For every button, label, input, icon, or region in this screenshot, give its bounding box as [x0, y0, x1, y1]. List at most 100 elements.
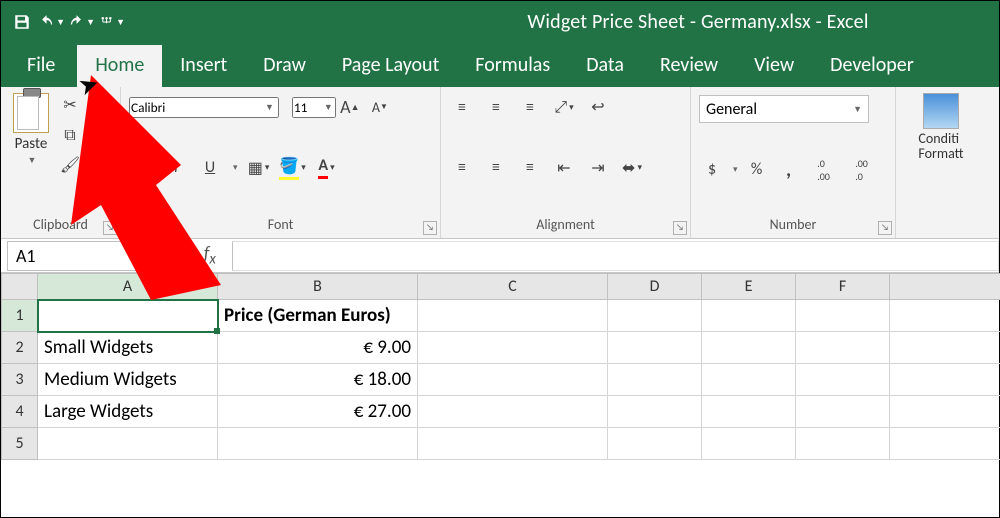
cell-extra-3[interactable] — [890, 364, 1000, 396]
cell-extra-5[interactable] — [890, 428, 1000, 460]
cell-A3[interactable]: Medium Widgets — [38, 364, 218, 396]
italic-button[interactable]: I — [163, 156, 189, 180]
col-header-B[interactable]: B — [218, 274, 418, 300]
cell-B1[interactable]: Price (German Euros) — [218, 300, 418, 332]
tab-home[interactable]: Home — [77, 45, 162, 87]
font-color-icon[interactable]: A▾ — [314, 156, 340, 180]
orientation-icon[interactable]: ⤢▾ — [551, 95, 577, 119]
increase-font-icon[interactable]: A▲ — [337, 95, 363, 119]
percent-format-icon[interactable]: % — [744, 158, 770, 182]
cut-icon[interactable]: ✂ — [57, 93, 83, 117]
cell-D3[interactable] — [608, 364, 702, 396]
paste-button[interactable]: Paste ▼ — [9, 91, 53, 168]
cell-A5[interactable] — [38, 428, 218, 460]
number-launcher[interactable]: ↘ — [878, 221, 892, 235]
cell-D1[interactable] — [608, 300, 702, 332]
tab-draw[interactable]: Draw — [245, 45, 324, 87]
tab-insert[interactable]: Insert — [162, 45, 245, 87]
borders-icon[interactable]: ▦▾ — [246, 156, 272, 180]
row-header-2[interactable]: 2 — [2, 332, 38, 364]
cell-C5[interactable] — [418, 428, 608, 460]
qat-more-icon[interactable]: ▼ — [99, 9, 125, 35]
increase-decimal-icon[interactable]: .0.00 — [808, 158, 840, 182]
wrap-text-icon[interactable]: ↩ — [585, 95, 611, 119]
tab-data[interactable]: Data — [568, 45, 642, 87]
cell-E2[interactable] — [702, 332, 796, 364]
fx-icon[interactable]: fx — [198, 242, 222, 269]
cell-F5[interactable] — [796, 428, 890, 460]
align-center-icon[interactable]: ≡ — [483, 156, 509, 180]
cell-extra-4[interactable] — [890, 396, 1000, 428]
cell-D4[interactable] — [608, 396, 702, 428]
redo-icon[interactable]: ▼ — [69, 9, 95, 35]
fill-color-icon[interactable]: 🪣▾ — [280, 156, 306, 180]
copy-icon[interactable]: ⧉ — [57, 123, 83, 147]
tab-file[interactable]: File — [9, 45, 77, 87]
merge-center-icon[interactable]: ⬌▾ — [619, 156, 645, 180]
cancel-formula-icon[interactable]: ✕ — [159, 246, 172, 266]
cell-A4[interactable]: Large Widgets — [38, 396, 218, 428]
col-header-C[interactable]: C — [418, 274, 608, 300]
cell-F2[interactable] — [796, 332, 890, 364]
font-launcher[interactable]: ↘ — [423, 221, 437, 235]
cell-F3[interactable] — [796, 364, 890, 396]
col-header-A[interactable]: A — [38, 274, 218, 300]
select-all-corner[interactable] — [2, 274, 38, 300]
clipboard-launcher[interactable]: ↘ — [103, 221, 117, 235]
row-header-3[interactable]: 3 — [2, 364, 38, 396]
save-icon[interactable] — [9, 9, 35, 35]
conditional-formatting-button[interactable]: ConditiFormatt — [904, 91, 978, 164]
col-header-D[interactable]: D — [608, 274, 702, 300]
col-header-extra[interactable] — [890, 274, 1000, 300]
alignment-launcher[interactable]: ↘ — [673, 221, 687, 235]
cell-E1[interactable] — [702, 300, 796, 332]
cell-C4[interactable] — [418, 396, 608, 428]
align-middle-icon[interactable]: ≡ — [483, 95, 509, 119]
row-header-1[interactable]: 1 — [2, 300, 38, 332]
align-right-icon[interactable]: ≡ — [517, 156, 543, 180]
bold-button[interactable]: B — [129, 156, 155, 180]
accounting-format-icon[interactable]: $ — [699, 158, 725, 182]
tab-view[interactable]: View — [736, 45, 812, 87]
cell-B5[interactable] — [218, 428, 418, 460]
indent-decrease-icon[interactable]: ⇤ — [551, 156, 577, 180]
cell-extra-1[interactable] — [890, 300, 1000, 332]
font-name-combo[interactable] — [129, 97, 279, 118]
cell-B2[interactable]: € 9.00 — [218, 332, 418, 364]
align-bottom-icon[interactable]: ≡ — [517, 95, 543, 119]
underline-button[interactable]: U — [197, 156, 223, 180]
tab-formulas[interactable]: Formulas — [457, 45, 568, 87]
align-top-icon[interactable]: ≡ — [449, 95, 475, 119]
tab-developer[interactable]: Developer — [812, 45, 932, 87]
cell-B4[interactable]: € 27.00 — [218, 396, 418, 428]
number-format-combo[interactable]: General▼ — [699, 95, 869, 123]
row-header-5[interactable]: 5 — [2, 428, 38, 460]
enter-formula-icon[interactable]: ✔ — [178, 246, 191, 266]
cell-B3[interactable]: € 18.00 — [218, 364, 418, 396]
cell-D2[interactable] — [608, 332, 702, 364]
formula-input[interactable] — [232, 241, 999, 271]
cell-E3[interactable] — [702, 364, 796, 396]
col-header-F[interactable]: F — [796, 274, 890, 300]
cell-D5[interactable] — [608, 428, 702, 460]
row-header-4[interactable]: 4 — [2, 396, 38, 428]
worksheet-grid[interactable]: ABCDEF 1 Price (German Euros) 2Small Widget… — [1, 273, 999, 460]
indent-increase-icon[interactable]: ⇥ — [585, 156, 611, 180]
cell-C3[interactable] — [418, 364, 608, 396]
col-header-E[interactable]: E — [702, 274, 796, 300]
name-box[interactable]: A1▼ — [7, 241, 149, 271]
align-left-icon[interactable]: ≡ — [449, 156, 475, 180]
cell-F4[interactable] — [796, 396, 890, 428]
tab-review[interactable]: Review — [642, 45, 736, 87]
undo-icon[interactable]: ▼ — [39, 9, 65, 35]
format-painter-icon[interactable]: 🖌 — [57, 153, 83, 177]
cell-extra-2[interactable] — [890, 332, 1000, 364]
comma-format-icon[interactable]: , — [776, 158, 802, 182]
cell-E5[interactable] — [702, 428, 796, 460]
cell-A2[interactable]: Small Widgets — [38, 332, 218, 364]
tab-page-layout[interactable]: Page Layout — [324, 45, 457, 87]
cell-C1[interactable] — [418, 300, 608, 332]
decrease-decimal-icon[interactable]: .00.0 — [846, 158, 878, 182]
cell-F1[interactable] — [796, 300, 890, 332]
decrease-font-icon[interactable]: A▼ — [367, 95, 393, 119]
